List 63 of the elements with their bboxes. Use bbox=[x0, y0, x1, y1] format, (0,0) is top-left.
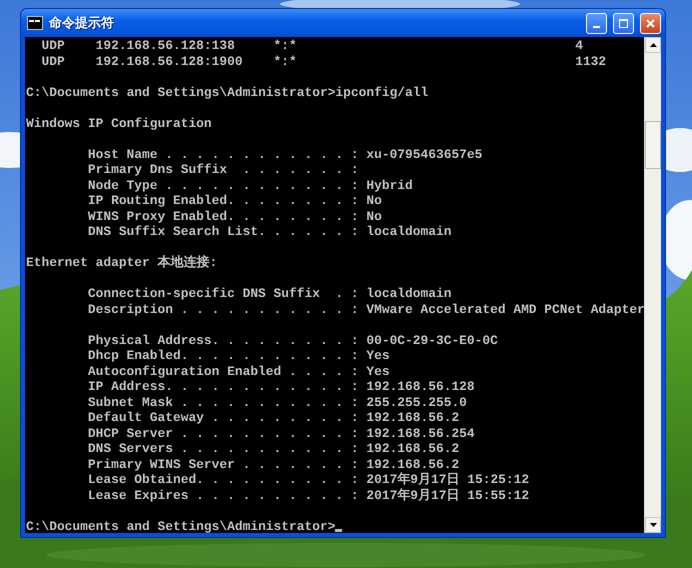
console-text: 192.168.56.128:138 bbox=[96, 38, 236, 54]
up-arrow-icon bbox=[650, 43, 656, 47]
console-text: 192.168.56.128:1900 bbox=[96, 54, 244, 69]
field-label: Lease Obtained. . . . . . . . . . : bbox=[88, 472, 359, 488]
field-value: VMware Accelerated AMD PCNet Adapter bbox=[366, 302, 644, 317]
field-value: Hybrid bbox=[366, 178, 413, 193]
command-prompt: C:\Documents and Settings\Administrator>ipconfig/all bbox=[26, 84, 428, 100]
field-value: 192.168.56.128 bbox=[366, 379, 475, 394]
field-label: Host Name . . . . . . . . . . . . : bbox=[88, 146, 359, 162]
field-label: Dhcp Enabled. . . . . . . . . . . : bbox=[88, 348, 359, 364]
field-value: 192.168.56.2 bbox=[366, 410, 460, 426]
field-value: Yes bbox=[366, 348, 390, 364]
field-label: Autoconfiguration Enabled . . . . : bbox=[88, 364, 359, 379]
field-label: Primary WINS Server . . . . . . . : bbox=[88, 456, 359, 472]
field-label: DNS Suffix Search List. . . . . . : bbox=[88, 224, 359, 240]
down-arrow-icon bbox=[650, 523, 656, 527]
field-value: localdomain bbox=[366, 286, 452, 302]
field-label: DNS Servers . . . . . . . . . . . : bbox=[88, 441, 359, 456]
scroll-up-button[interactable] bbox=[645, 37, 661, 53]
field-value: 192.168.56.2 bbox=[366, 441, 460, 456]
field-label: Primary Dns Suffix . . . . . . . : bbox=[88, 162, 359, 178]
field-label: WINS Proxy Enabled. . . . . . . . : bbox=[88, 208, 359, 224]
field-value: No bbox=[366, 208, 382, 224]
field-label: Physical Address. . . . . . . . . : bbox=[88, 332, 359, 348]
field-label: Node Type . . . . . . . . . . . . : bbox=[88, 178, 359, 193]
scrollbar-thumb[interactable] bbox=[645, 121, 661, 169]
close-button[interactable] bbox=[640, 12, 661, 34]
field-label: Subnet Mask . . . . . . . . . . . : bbox=[88, 394, 359, 410]
field-label: Connection-specific DNS Suffix . : bbox=[88, 286, 359, 302]
field-value: 255.255.255.0 bbox=[366, 394, 467, 410]
field-value: xu-0795463657e5 bbox=[366, 146, 482, 162]
maximize-button[interactable] bbox=[613, 12, 634, 34]
field-value: 2017年9月17日 15:25:12 bbox=[366, 472, 530, 488]
field-value: Yes bbox=[366, 364, 390, 379]
console-icon bbox=[27, 16, 43, 30]
field-value: 00-0C-29-3C-E0-0C bbox=[366, 332, 498, 348]
field-value: No bbox=[366, 193, 382, 208]
console-text: 1132 bbox=[575, 54, 608, 69]
minimize-button[interactable] bbox=[586, 12, 607, 34]
field-value: localdomain bbox=[366, 224, 452, 240]
scroll-down-button[interactable] bbox=[645, 517, 661, 533]
console-text: UDP bbox=[41, 54, 66, 69]
console-text: Ethernet adapter 本地连接: bbox=[26, 255, 218, 270]
console-text: UDP bbox=[41, 38, 66, 54]
field-label: Lease Expires . . . . . . . . . . : bbox=[88, 488, 359, 503]
console-text: *:* bbox=[274, 38, 298, 54]
field-label: Description . . . . . . . . . . . : bbox=[88, 302, 359, 317]
maximize-icon bbox=[618, 18, 629, 28]
field-label: Default Gateway . . . . . . . . . : bbox=[88, 410, 359, 426]
field-value: 2017年9月17日 15:55:12 bbox=[366, 488, 530, 503]
field-value: 192.168.56.254 bbox=[366, 426, 475, 441]
field-value: 192.168.56.2 bbox=[366, 456, 460, 472]
field-label: IP Address. . . . . . . . . . . . : bbox=[88, 379, 359, 394]
window-title: 命令提示符 bbox=[49, 14, 115, 32]
console-text: *:* bbox=[274, 54, 298, 69]
minimize-icon bbox=[593, 26, 600, 28]
command-prompt: C:\Documents and Settings\Administrator> bbox=[26, 518, 336, 533]
console-text: 4 bbox=[575, 38, 584, 54]
field-label: IP Routing Enabled. . . . . . . . : bbox=[88, 193, 359, 208]
field-label: DHCP Server . . . . . . . . . . . : bbox=[88, 426, 359, 441]
close-icon bbox=[645, 18, 656, 28]
console-text: Windows IP Configuration bbox=[26, 116, 212, 131]
scrollbar[interactable] bbox=[644, 37, 661, 533]
